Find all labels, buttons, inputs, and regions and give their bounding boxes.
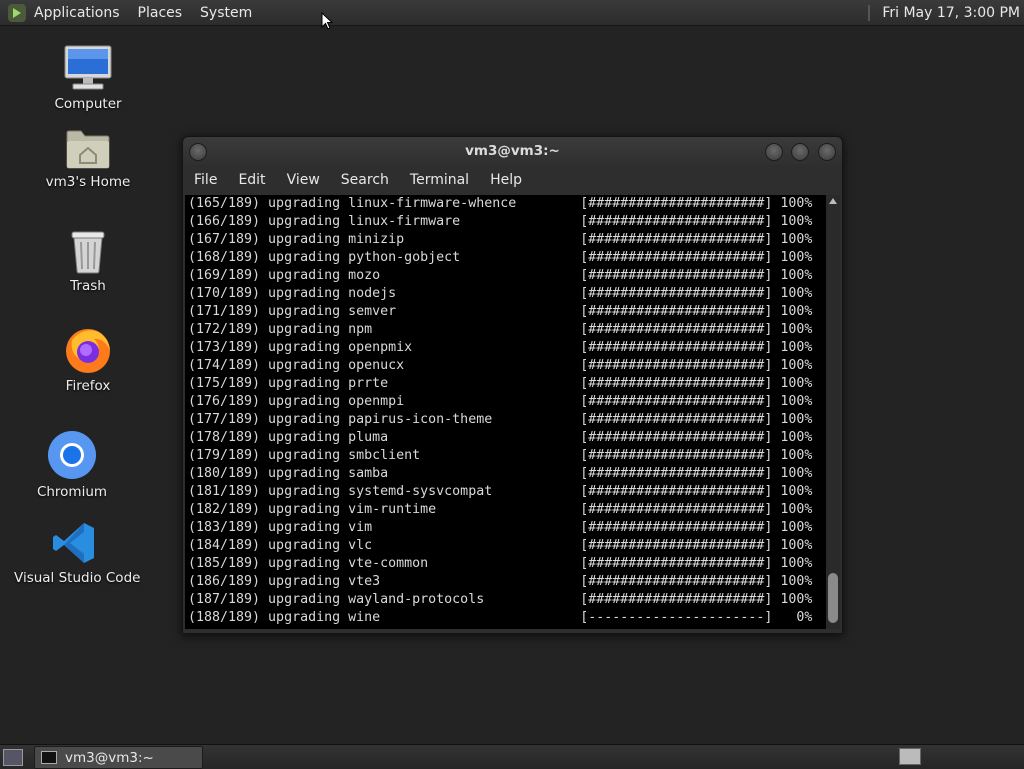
- window-title: vm3@vm3:~: [465, 143, 560, 159]
- terminal-line: (186/189) upgrading vte3 [##############…: [188, 574, 813, 589]
- terminal-line: (166/189) upgrading linux-firmware [####…: [188, 214, 813, 229]
- taskbar-item-label: vm3@vm3:~: [65, 749, 154, 766]
- clock[interactable]: Fri May 17, 3:00 PM: [868, 0, 1024, 25]
- desktop-icon-label: Computer: [54, 96, 122, 112]
- menu-file[interactable]: File: [183, 172, 227, 188]
- desktop-icon-label: Trash: [70, 278, 106, 294]
- top-panel: Applications Places System Fri May 17, 3…: [0, 0, 1024, 26]
- computer-icon: [48, 44, 128, 92]
- terminal-line: (176/189) upgrading openmpi [###########…: [188, 394, 813, 409]
- scrollbar-thumb[interactable]: [828, 573, 838, 623]
- menu-places[interactable]: Places: [138, 5, 183, 21]
- close-button[interactable]: [818, 143, 836, 161]
- desktop-icon-label: Visual Studio Code: [14, 570, 141, 586]
- terminal-line: (167/189) upgrading minizip [###########…: [188, 232, 813, 247]
- mate-logo-icon[interactable]: [8, 3, 26, 22]
- terminal-line: (177/189) upgrading papirus-icon-theme […: [188, 412, 813, 427]
- home-folder-icon: [43, 128, 133, 170]
- menu-edit[interactable]: Edit: [227, 172, 275, 188]
- scroll-up-arrow-icon[interactable]: [829, 198, 837, 204]
- show-desktop-icon[interactable]: [3, 749, 23, 766]
- desktop-icon-firefox[interactable]: Firefox: [48, 326, 128, 394]
- workspace-switcher[interactable]: [899, 748, 921, 765]
- terminal-window[interactable]: vm3@vm3:~ File Edit View Search Terminal…: [182, 136, 843, 634]
- terminal-line: (185/189) upgrading vte-common [########…: [188, 556, 813, 571]
- terminal-line: (180/189) upgrading samba [#############…: [188, 466, 813, 481]
- trash-icon: [48, 228, 128, 274]
- desktop-icon-trash[interactable]: Trash: [48, 228, 128, 294]
- terminal-scrollbar[interactable]: [826, 195, 840, 629]
- clock-text[interactable]: Fri May 17, 3:00 PM: [882, 5, 1020, 21]
- desktop-icon-home[interactable]: vm3's Home: [43, 128, 133, 190]
- firefox-icon: [48, 326, 128, 374]
- terminal-line: (175/189) upgrading prrte [#############…: [188, 376, 813, 391]
- terminal-output[interactable]: (165/189) upgrading linux-firmware-whenc…: [185, 195, 826, 629]
- menu-help[interactable]: Help: [479, 172, 532, 188]
- desktop-icon-vscode[interactable]: Visual Studio Code: [14, 520, 141, 586]
- terminal-line: (173/189) upgrading openpmix [##########…: [188, 340, 813, 355]
- terminal-line: (172/189) upgrading npm [###############…: [188, 322, 813, 337]
- taskbar-item-terminal[interactable]: vm3@vm3:~: [34, 746, 203, 769]
- terminal-line: (174/189) upgrading openucx [###########…: [188, 358, 813, 373]
- terminal-icon: [41, 751, 57, 764]
- menu-search[interactable]: Search: [330, 172, 399, 188]
- minimize-button[interactable]: [765, 143, 783, 161]
- terminal-line: (170/189) upgrading nodejs [############…: [188, 286, 813, 301]
- maximize-button[interactable]: [791, 143, 809, 161]
- terminal-line: (181/189) upgrading systemd-sysvcompat […: [188, 484, 813, 499]
- desktop-icon-computer[interactable]: Computer: [48, 44, 128, 112]
- terminal-line: (169/189) upgrading mozo [##############…: [188, 268, 813, 283]
- terminal-line: (182/189) upgrading vim-runtime [#######…: [188, 502, 813, 517]
- panel-separator: [868, 4, 871, 21]
- terminal-line: (188/189) upgrading wine [--------------…: [188, 610, 813, 625]
- desktop-icon-label: vm3's Home: [45, 174, 131, 190]
- terminal-line: (178/189) upgrading pluma [#############…: [188, 430, 813, 445]
- terminal-line: (171/189) upgrading semver [############…: [188, 304, 813, 319]
- mouse-cursor-icon: [321, 11, 334, 34]
- menu-view[interactable]: View: [276, 172, 330, 188]
- desktop-icon-label: Chromium: [36, 484, 108, 500]
- terminal-menubar: File Edit View Search Terminal Help: [183, 165, 842, 195]
- desktop-icon-chromium[interactable]: Chromium: [32, 430, 112, 500]
- chromium-icon: [32, 430, 112, 480]
- window-titlebar[interactable]: vm3@vm3:~: [183, 137, 842, 165]
- menu-system[interactable]: System: [200, 5, 252, 21]
- terminal-line: (165/189) upgrading linux-firmware-whenc…: [188, 196, 813, 211]
- terminal-line: (179/189) upgrading smbclient [#########…: [188, 448, 813, 463]
- desktop-icon-label: Firefox: [65, 378, 111, 394]
- bottom-panel: vm3@vm3:~: [0, 744, 1024, 769]
- vscode-icon: [14, 520, 134, 566]
- terminal-line: (168/189) upgrading python-gobject [####…: [188, 250, 813, 265]
- terminal-line: (184/189) upgrading vlc [###############…: [188, 538, 813, 553]
- terminal-line: (183/189) upgrading vim [###############…: [188, 520, 813, 535]
- terminal-line: (187/189) upgrading wayland-protocols [#…: [188, 592, 813, 607]
- menu-terminal[interactable]: Terminal: [399, 172, 479, 188]
- menu-applications[interactable]: Applications: [34, 5, 120, 21]
